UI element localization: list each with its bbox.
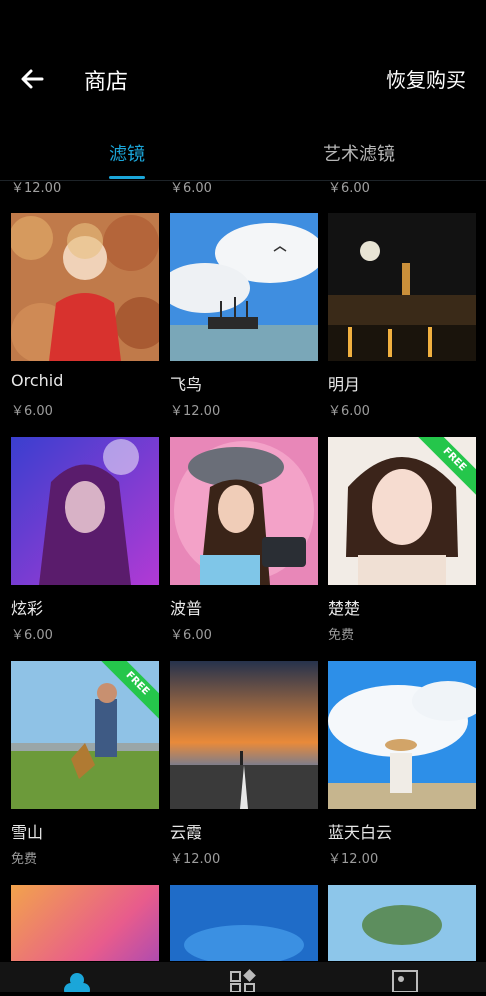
free-badge: FREE xyxy=(416,437,476,497)
item-name: 明月 xyxy=(328,375,361,394)
filter-card-bird[interactable]: 飞鸟 ￥12.00 xyxy=(170,213,318,419)
item-price: 免费 xyxy=(11,852,38,867)
item-name: 炫彩 xyxy=(11,599,44,618)
filter-card-orchid[interactable]: Orchid ￥6.00 xyxy=(11,213,159,419)
restore-purchase-button[interactable]: 恢复购买 xyxy=(386,64,466,93)
thumbnail-blue-sky xyxy=(328,661,476,809)
free-badge: FREE xyxy=(99,661,159,721)
thumbnail-dazzle xyxy=(11,437,159,585)
filter-card-moon[interactable]: 明月 ￥6.00 xyxy=(328,213,476,419)
partial-row-prices: ￥12.00 ￥6.00 ￥6.00 xyxy=(0,181,486,196)
thumbnail-orchid xyxy=(11,213,159,361)
gallery-icon[interactable] xyxy=(390,968,420,993)
filter-card-cloud-glow[interactable]: 云霞 ￥12.00 xyxy=(170,661,318,867)
product-grid: ￥12.00 ￥6.00 ￥6.00 Orchid ￥6.00 飞鸟 ￥12.0… xyxy=(0,181,486,961)
tab-art-filters[interactable]: 艺术滤镜 xyxy=(323,140,395,166)
thumbnail-moon xyxy=(328,213,476,361)
item-price: ￥6.00 xyxy=(11,404,53,419)
price-label: ￥6.00 xyxy=(328,181,370,196)
bottom-navigation xyxy=(0,962,486,996)
thumbnail-bird xyxy=(170,213,318,361)
item-price: ￥6.00 xyxy=(328,404,370,419)
filter-card-dazzle[interactable]: 炫彩 ￥6.00 xyxy=(11,437,159,643)
item-name: 云霞 xyxy=(170,823,203,842)
item-price: ￥6.00 xyxy=(170,628,212,643)
filter-card-partial[interactable] xyxy=(11,885,159,961)
thumbnail-pop xyxy=(170,437,318,585)
item-name: 楚楚 xyxy=(328,599,361,618)
item-name: 雪山 xyxy=(11,823,44,842)
item-name: Orchid xyxy=(11,371,64,390)
item-price: ￥6.00 xyxy=(11,628,53,643)
filter-circles-icon[interactable] xyxy=(62,968,92,996)
item-price: 免费 xyxy=(328,628,355,643)
tab-bar: 滤镜 艺术滤镜 xyxy=(0,138,486,181)
item-name: 蓝天白云 xyxy=(328,823,393,842)
item-name: 波普 xyxy=(170,599,203,618)
thumbnail-cloud-glow xyxy=(170,661,318,809)
thumbnail-snow-mountain: FREE xyxy=(11,661,159,809)
item-price: ￥12.00 xyxy=(170,852,221,867)
filter-card-blue-sky[interactable]: 蓝天白云 ￥12.00 xyxy=(328,661,476,867)
price-label: ￥12.00 xyxy=(11,181,62,196)
thumbnail-partial xyxy=(11,885,159,961)
header: 商店 恢复购买 xyxy=(0,0,486,160)
item-price: ￥12.00 xyxy=(328,852,379,867)
filter-card-chuchu[interactable]: FREE 楚楚 免费 xyxy=(328,437,476,643)
filter-card-partial[interactable] xyxy=(328,885,476,961)
filter-card-snow-mountain[interactable]: FREE 雪山 免费 xyxy=(11,661,159,867)
thumbnail-partial xyxy=(170,885,318,961)
filter-card-partial[interactable] xyxy=(170,885,318,961)
tab-active-indicator xyxy=(109,176,145,179)
filter-card-pop[interactable]: 波普 ￥6.00 xyxy=(170,437,318,643)
item-price: ￥12.00 xyxy=(170,404,221,419)
price-label: ￥6.00 xyxy=(170,181,212,196)
tab-filters[interactable]: 滤镜 xyxy=(109,140,145,166)
item-name: 飞鸟 xyxy=(170,375,203,394)
thumbnail-partial xyxy=(328,885,476,961)
grid-icon[interactable] xyxy=(228,968,258,993)
page-title: 商店 xyxy=(84,70,129,95)
thumbnail-chuchu: FREE xyxy=(328,437,476,585)
back-arrow-icon[interactable] xyxy=(16,63,48,95)
